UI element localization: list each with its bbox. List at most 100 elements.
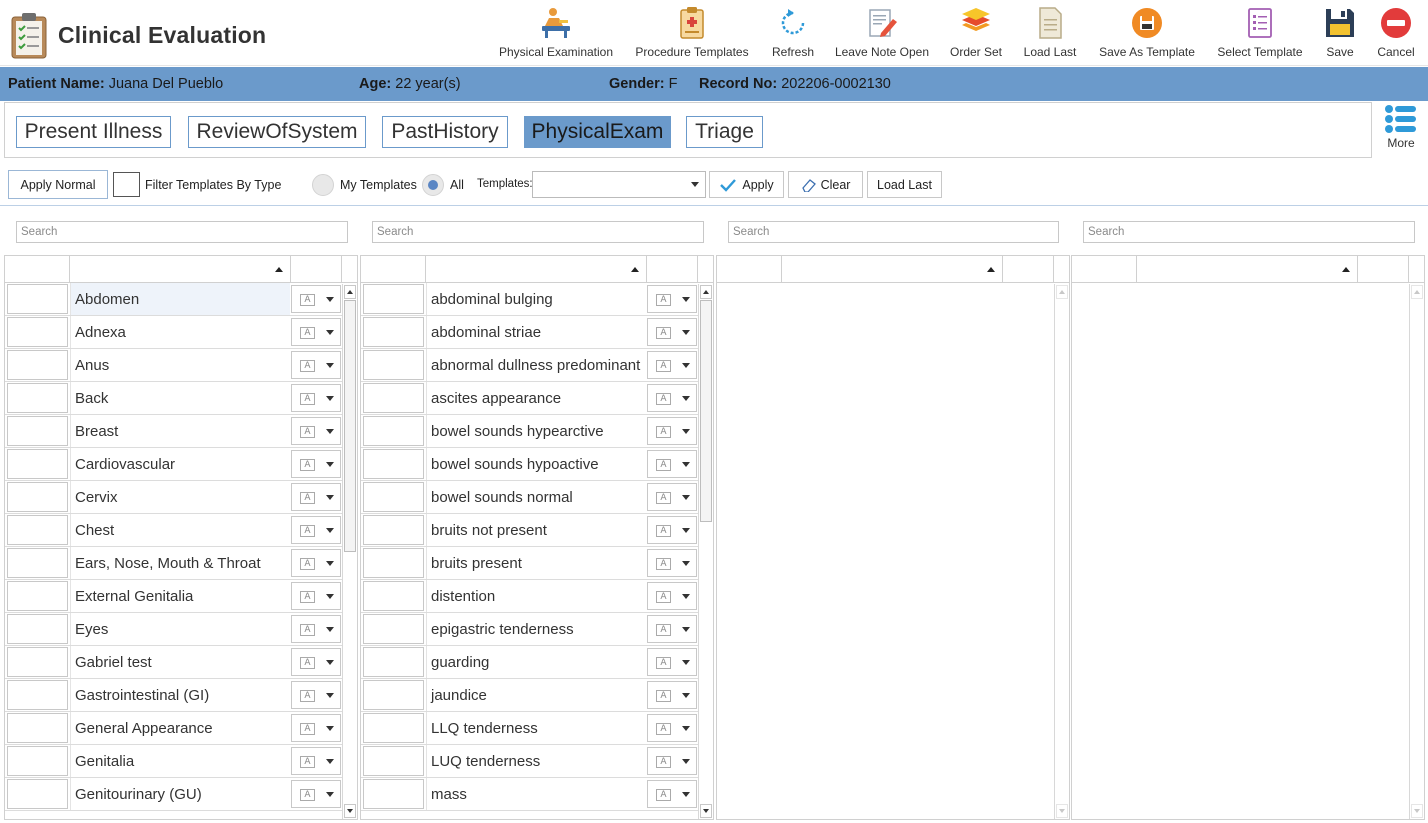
row-checkbox[interactable]: [363, 779, 424, 809]
row-checkbox[interactable]: [7, 449, 68, 479]
row-checkbox[interactable]: [363, 284, 424, 314]
row-checkbox[interactable]: [7, 515, 68, 545]
scroll-up-button[interactable]: [344, 285, 356, 299]
format-dropdown[interactable]: A: [291, 582, 341, 610]
format-dropdown[interactable]: A: [291, 450, 341, 478]
tab-past-history[interactable]: PastHistory: [382, 116, 508, 148]
my-templates-radio[interactable]: [312, 174, 334, 196]
row-checkbox[interactable]: [7, 482, 68, 512]
systems-search-input[interactable]: [16, 221, 348, 243]
clear-button[interactable]: Clear: [788, 171, 863, 198]
row-name[interactable]: guarding: [426, 646, 646, 678]
leave-note-open-button[interactable]: Leave Note Open: [832, 6, 932, 64]
table-row[interactable]: guarding A: [361, 646, 698, 679]
row-name[interactable]: Breast: [70, 415, 290, 447]
format-dropdown[interactable]: A: [647, 417, 697, 445]
row-checkbox[interactable]: [7, 317, 68, 347]
scroll-up-button[interactable]: [1056, 285, 1068, 299]
scroll-thumb[interactable]: [344, 300, 356, 552]
row-name[interactable]: bruits not present: [426, 514, 646, 546]
table-row[interactable]: jaundice A: [361, 679, 698, 712]
format-dropdown[interactable]: A: [291, 516, 341, 544]
row-checkbox[interactable]: [363, 647, 424, 677]
save-button[interactable]: Save: [1320, 6, 1360, 64]
table-row[interactable]: Breast A: [5, 415, 342, 448]
row-name[interactable]: Abdomen: [70, 283, 290, 315]
row-name[interactable]: jaundice: [426, 679, 646, 711]
column4-scrollbar[interactable]: [1409, 284, 1424, 819]
row-checkbox[interactable]: [7, 416, 68, 446]
row-checkbox[interactable]: [363, 350, 424, 380]
row-name[interactable]: distention: [426, 580, 646, 612]
more-button[interactable]: More: [1382, 104, 1420, 156]
physical-examination-button[interactable]: Physical Examination: [499, 6, 613, 64]
table-row[interactable]: distention A: [361, 580, 698, 613]
column3-scrollbar[interactable]: [1054, 284, 1069, 819]
table-row[interactable]: Cervix A: [5, 481, 342, 514]
table-row[interactable]: bowel sounds hypearctive A: [361, 415, 698, 448]
grid-header-name[interactable]: [1137, 256, 1358, 283]
format-dropdown[interactable]: A: [647, 714, 697, 742]
column4-search-input[interactable]: [1083, 221, 1415, 243]
table-row[interactable]: Abdomen A: [5, 283, 342, 316]
format-dropdown[interactable]: A: [647, 318, 697, 346]
findings-search-input[interactable]: [372, 221, 704, 243]
apply-button[interactable]: Apply: [709, 171, 784, 198]
row-checkbox[interactable]: [363, 449, 424, 479]
format-dropdown[interactable]: A: [291, 285, 341, 313]
table-row[interactable]: Gastrointestinal (GI) A: [5, 679, 342, 712]
format-dropdown[interactable]: A: [291, 483, 341, 511]
row-checkbox[interactable]: [7, 680, 68, 710]
row-checkbox[interactable]: [363, 581, 424, 611]
format-dropdown[interactable]: A: [291, 747, 341, 775]
row-checkbox[interactable]: [7, 350, 68, 380]
table-row[interactable]: Genitourinary (GU) A: [5, 778, 342, 811]
grid-header-format[interactable]: [1358, 256, 1409, 283]
row-name[interactable]: bruits present: [426, 547, 646, 579]
format-dropdown[interactable]: A: [647, 549, 697, 577]
table-row[interactable]: Anus A: [5, 349, 342, 382]
row-name[interactable]: Adnexa: [70, 316, 290, 348]
format-dropdown[interactable]: A: [647, 648, 697, 676]
format-dropdown[interactable]: A: [647, 351, 697, 379]
row-checkbox[interactable]: [7, 284, 68, 314]
row-checkbox[interactable]: [7, 548, 68, 578]
row-name[interactable]: abnormal dullness predominant: [426, 349, 646, 381]
format-dropdown[interactable]: A: [647, 285, 697, 313]
row-checkbox[interactable]: [7, 614, 68, 644]
table-row[interactable]: Genitalia A: [5, 745, 342, 778]
scroll-down-button[interactable]: [344, 804, 356, 818]
row-checkbox[interactable]: [363, 482, 424, 512]
table-row[interactable]: bowel sounds normal A: [361, 481, 698, 514]
row-name[interactable]: bowel sounds hypearctive: [426, 415, 646, 447]
format-dropdown[interactable]: A: [291, 714, 341, 742]
table-row[interactable]: LUQ tenderness A: [361, 745, 698, 778]
table-row[interactable]: bruits present A: [361, 547, 698, 580]
scroll-up-button[interactable]: [700, 285, 712, 299]
table-row[interactable]: Gabriel test A: [5, 646, 342, 679]
format-dropdown[interactable]: A: [291, 549, 341, 577]
grid-header-name[interactable]: [782, 256, 1003, 283]
row-checkbox[interactable]: [363, 746, 424, 776]
format-dropdown[interactable]: A: [647, 681, 697, 709]
row-checkbox[interactable]: [7, 713, 68, 743]
save-as-template-button[interactable]: Save As Template: [1096, 6, 1198, 64]
select-template-button[interactable]: Select Template: [1214, 6, 1306, 64]
row-name[interactable]: LUQ tenderness: [426, 745, 646, 777]
row-checkbox[interactable]: [7, 383, 68, 413]
format-dropdown[interactable]: A: [647, 483, 697, 511]
grid-header-check[interactable]: [1072, 256, 1137, 283]
table-row[interactable]: Eyes A: [5, 613, 342, 646]
row-checkbox[interactable]: [7, 779, 68, 809]
refresh-button[interactable]: Refresh: [766, 6, 820, 64]
tab-review-of-system[interactable]: ReviewOfSystem: [188, 116, 366, 148]
table-row[interactable]: abnormal dullness predominant A: [361, 349, 698, 382]
row-name[interactable]: External Genitalia: [70, 580, 290, 612]
row-name[interactable]: Cardiovascular: [70, 448, 290, 480]
load-last-button[interactable]: Load Last: [867, 171, 942, 198]
row-name[interactable]: mass: [426, 778, 646, 810]
row-checkbox[interactable]: [363, 317, 424, 347]
format-dropdown[interactable]: A: [291, 780, 341, 808]
row-name[interactable]: Chest: [70, 514, 290, 546]
table-row[interactable]: bruits not present A: [361, 514, 698, 547]
